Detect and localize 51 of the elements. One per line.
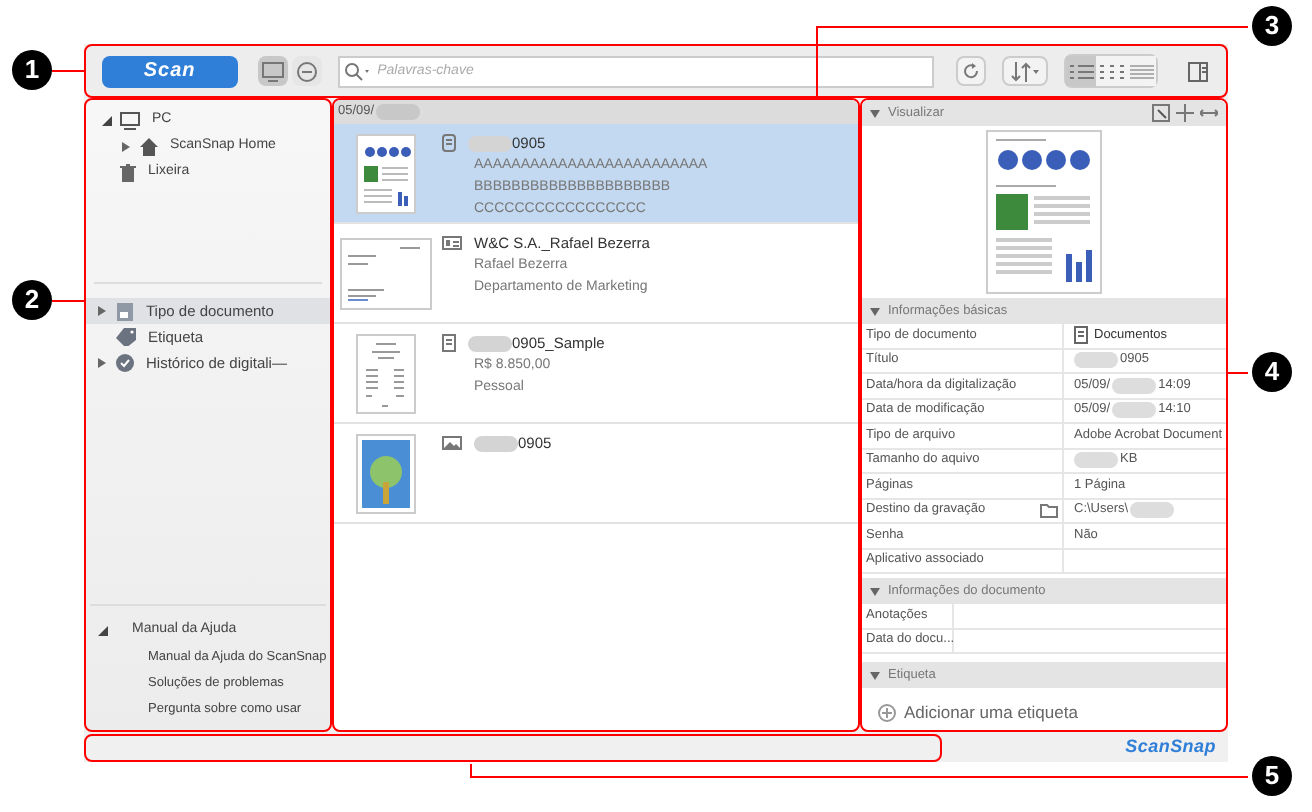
collapse-triangle-icon [870,307,880,315]
list-view-icon [1069,63,1093,79]
business-card-thumbnail-drawing [340,237,432,309]
cloud-view-button[interactable] [291,56,322,86]
plus-circle-icon [878,703,896,722]
grid-view-icon [1099,63,1123,79]
panel-toggle-button[interactable] [1186,59,1210,83]
document-icon [1074,326,1088,345]
monitor-icon [261,61,284,81]
monitor-icon [120,112,140,130]
blurred-text [468,335,512,352]
document-thumbnail-drawing [356,133,416,213]
scansnap-logo: ScanSnap [1125,733,1216,760]
tree-picture-thumbnail-drawing [356,433,416,513]
callout-number: 5 [1252,756,1292,796]
blurred-text [474,435,518,452]
collapse-triangle-icon [870,109,880,117]
blurred-text [1112,377,1157,394]
collapse-triangle-icon [870,671,880,679]
picture-icon [442,436,462,451]
sort-arrows-icon [1010,61,1040,81]
receipt-thumbnail-drawing [356,333,416,413]
house-icon [140,138,158,156]
search-icon [343,61,372,81]
fit-page-icon [1152,104,1170,122]
view-mode-button[interactable] [1066,56,1096,86]
callout-number: 3 [1252,6,1292,46]
computer-view-button[interactable] [257,56,288,86]
fit-width-icon [1200,104,1218,122]
callout-number: 2 [12,280,52,320]
refresh-button[interactable] [956,56,986,86]
sort-button[interactable] [1002,56,1048,86]
refresh-icon [962,62,980,80]
scan-button[interactable]: Scan [102,55,238,87]
blurred-text [468,135,512,152]
tag-icon [116,328,136,346]
move-arrows-icon [1176,104,1194,122]
folder-icon [1040,503,1058,518]
receipt-icon [442,334,456,353]
callout-number: 4 [1252,352,1292,392]
callout-number: 1 [12,50,52,90]
collapse-triangle-icon [870,587,880,595]
document-type-icon [116,301,134,321]
compact-list-icon [1129,63,1153,79]
panel-icon [1188,61,1208,81]
trash-icon [120,164,136,182]
add-tag-button[interactable]: Adicionar uma etiqueta [878,700,1078,726]
id-card-icon [442,236,462,251]
view-mode-button[interactable] [1096,56,1126,86]
check-circle-icon [116,354,134,372]
scanner-document-icon [442,133,456,154]
